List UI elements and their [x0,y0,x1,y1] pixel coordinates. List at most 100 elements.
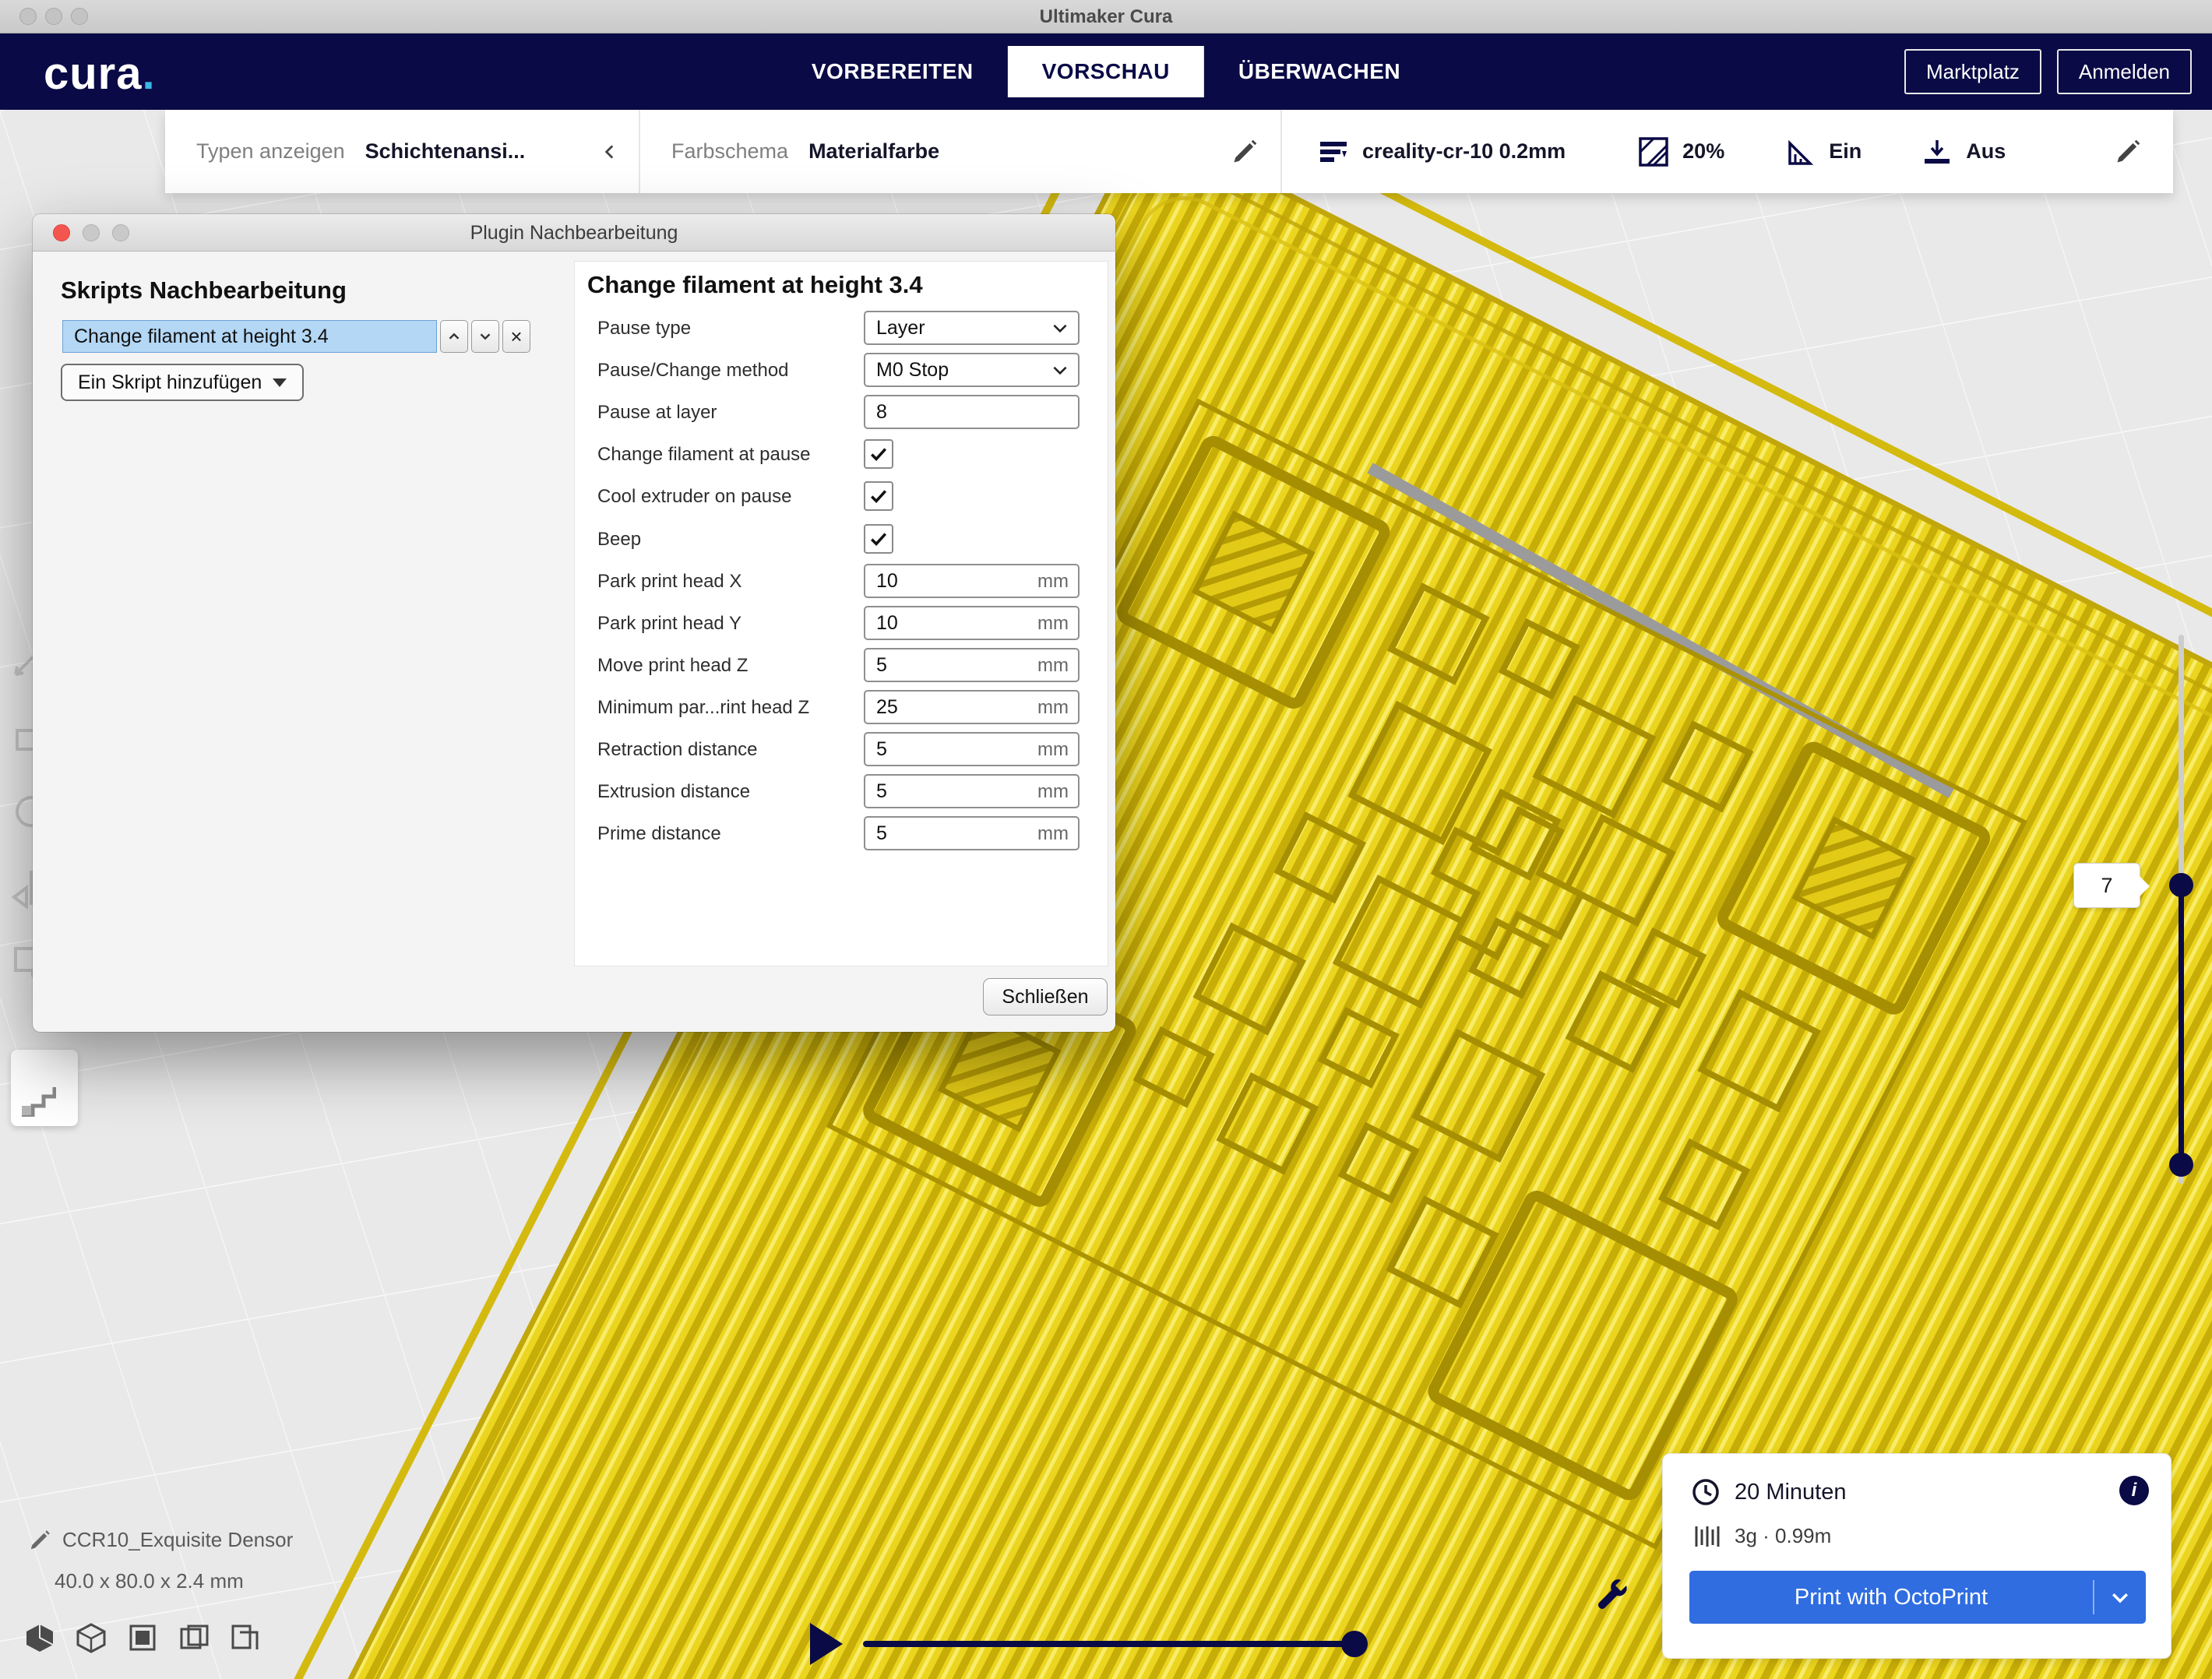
stage-tabs: VORBEREITEN VORSCHAU ÜBERWACHEN [777,46,1435,97]
field-label: Pause at layer [597,402,717,424]
script-settings-panel: Change filament at height 3.4 Pause type… [574,261,1108,966]
field-label: Pause/Change method [597,360,789,382]
infill-value[interactable]: 20% [1682,139,1724,164]
printer-profile-icon [1317,136,1350,168]
view-left-icon[interactable] [178,1621,210,1654]
chevron-down-icon [1050,360,1070,380]
script-list-item-selected[interactable]: Change filament at height 3.4 [62,320,437,353]
pause-type-select[interactable]: Layer [864,311,1080,345]
dialog-titlebar[interactable]: Plugin Nachbearbeitung [33,214,1115,252]
check-icon [868,528,889,550]
move-script-up-button[interactable] [440,320,468,353]
field-label: Pause type [597,318,691,340]
field-label: Beep [597,529,641,551]
view-right-icon[interactable] [229,1621,262,1654]
play-button[interactable] [810,1623,843,1665]
select-value: Layer [865,317,1050,340]
check-icon [868,443,889,465]
field-row: Pause at layer [575,395,1108,432]
model-name: CCR10_Exquisite Densor [62,1528,293,1552]
window-title: Ultimaker Cura [0,0,2212,33]
layer-slider-lower-handle[interactable] [2169,1153,2193,1177]
edit-print-settings-icon[interactable] [2114,138,2142,166]
print-with-octoprint-button[interactable]: Print with OctoPrint [1689,1571,2146,1624]
support-value[interactable]: Ein [1829,139,1862,164]
tab-preview[interactable]: VORSCHAU [1008,46,1204,97]
move-script-down-button[interactable] [471,320,499,353]
layer-slider-upper-handle[interactable] [2169,873,2193,897]
color-scheme-dropdown[interactable]: Materialfarbe [808,139,939,164]
field-label: Retraction distance [597,739,757,761]
beep-checkbox[interactable] [864,524,893,554]
clock-icon [1691,1477,1721,1507]
field-label: Change filament at pause [597,444,811,466]
layer-indicator: 7 [2073,863,2140,908]
info-icon[interactable]: i [2119,1476,2149,1505]
stage-toolbar: Typen anzeigen Schichtenansi... Farbsche… [165,110,2173,193]
field-row: Pause/Change method M0 Stop [575,353,1108,390]
remove-script-button[interactable]: × [502,320,530,353]
add-script-button[interactable]: Ein Skript hinzufügen [61,364,304,401]
field-row: Minimum par...rint head Z mm [575,690,1108,727]
field-label: Move print head Z [597,655,748,677]
adhesion-value[interactable]: Aus [1966,139,2006,164]
field-label: Minimum par...rint head Z [597,697,809,719]
field-row: Move print head Z mm [575,648,1108,685]
view-front-icon[interactable] [75,1621,107,1654]
adjust-tool-icon[interactable] [1592,1575,1631,1614]
field-label: Cool extruder on pause [597,486,792,508]
playback-handle[interactable] [1341,1631,1368,1657]
cool-extruder-checkbox[interactable] [864,481,893,511]
check-icon [868,485,889,507]
edit-model-name-icon[interactable] [28,1529,51,1552]
infill-icon [1637,136,1670,168]
unit-label: mm [1037,655,1069,677]
unit-label: mm [1037,739,1069,761]
macos-titlebar: Ultimaker Cura [0,0,2212,33]
camera-view-buttons [23,1621,262,1654]
post-processing-indicator[interactable] [11,1050,78,1126]
pause-at-layer-input[interactable] [864,395,1080,429]
printer-profile-dropdown[interactable]: creality-cr-10 0.2mm [1362,139,1566,164]
chevron-down-icon [273,378,287,387]
field-label: Prime distance [597,823,721,845]
edit-pencil-icon[interactable] [1231,138,1259,166]
select-value: M0 Stop [865,359,1050,382]
tab-prepare[interactable]: VORBEREITEN [777,46,1008,97]
material-usage: 3g · 0.99m [1735,1524,1831,1548]
chevron-down-icon [2108,1586,2132,1609]
color-scheme-label: Farbschema [671,139,788,164]
field-row: Extrusion distance mm [575,774,1108,811]
pause-method-select[interactable]: M0 Stop [864,353,1080,387]
marketplace-button[interactable]: Marktplatz [1904,49,2041,94]
print-options-dropdown[interactable] [2094,1586,2146,1609]
close-icon: × [510,326,522,347]
material-usage-icon [1694,1525,1721,1548]
signin-button[interactable]: Anmelden [2057,49,2192,94]
print-summary-card: 20 Minuten i 3g · 0.99m Print with OctoP… [1662,1453,2171,1659]
stairs-icon [20,1086,56,1117]
unit-label: mm [1037,571,1069,593]
view-3d-icon[interactable] [23,1621,56,1654]
adhesion-icon [1921,136,1953,168]
print-time: 20 Minuten [1735,1480,1847,1505]
playback-track[interactable] [863,1641,1368,1647]
layer-slider-range [2179,885,2184,1165]
model-info: CCR10_Exquisite Densor 40.0 x 80.0 x 2.4… [28,1528,293,1593]
change-filament-checkbox[interactable] [864,439,893,469]
close-dialog-button[interactable]: Schließen [983,978,1108,1015]
print-button-label: Print with OctoPrint [1689,1585,2093,1610]
field-row: Cool extruder on pause [575,479,1108,516]
view-top-icon[interactable] [126,1621,159,1654]
field-row: Retraction distance mm [575,732,1108,769]
tab-monitor[interactable]: ÜBERWACHEN [1204,46,1435,97]
view-type-dropdown[interactable]: Schichtenansi... [365,139,526,164]
chevron-down-icon [477,328,494,345]
model-dimensions: 40.0 x 80.0 x 2.4 mm [55,1569,293,1593]
field-label: Park print head X [597,571,741,593]
chevron-down-icon [1050,318,1070,338]
collapse-panel-icon[interactable] [600,142,620,162]
cura-logo: cura. [44,48,156,100]
scripts-heading: Skripts Nachbearbeitung [61,276,347,304]
view-type-label: Typen anzeigen [196,139,345,164]
